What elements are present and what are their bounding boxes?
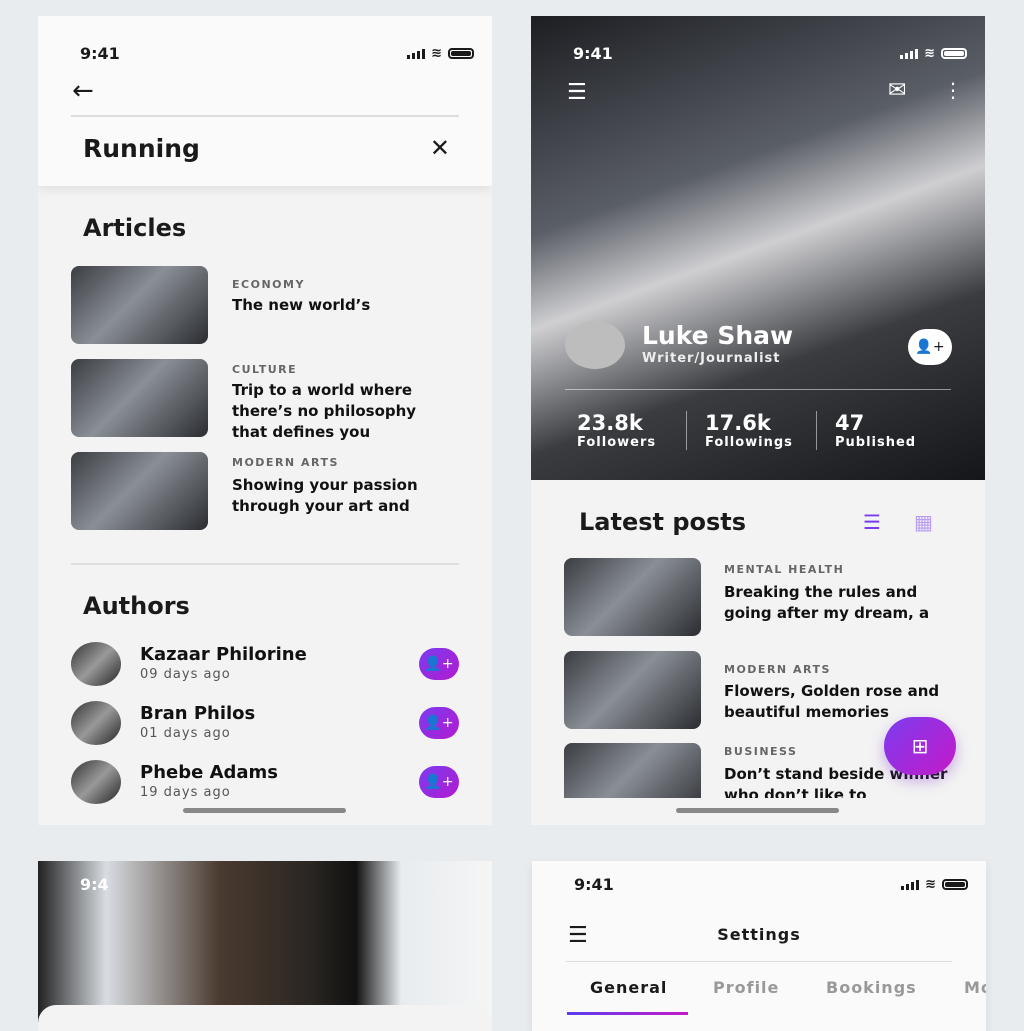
- post-title: Breaking the rules and going after my dr…: [724, 583, 930, 622]
- battery-icon: [942, 879, 968, 890]
- avatar: [71, 701, 121, 745]
- articles-heading: Articles: [83, 214, 187, 242]
- back-arrow-icon[interactable]: ←: [72, 76, 94, 106]
- author-name: Bran Philos: [140, 703, 256, 724]
- author-time: 01 days ago: [140, 726, 231, 741]
- profile-name: Luke Shaw: [642, 321, 794, 350]
- signal-icon: [407, 48, 426, 59]
- author-time: 09 days ago: [140, 667, 231, 682]
- more-icon[interactable]: ⋮: [943, 78, 963, 102]
- post-category: MODERN ARTS: [724, 663, 831, 676]
- stat-value: 23.8k: [577, 411, 643, 435]
- post-category: BUSINESS: [724, 745, 798, 758]
- new-post-button[interactable]: ⊞: [884, 717, 956, 775]
- follow-button[interactable]: 👤+: [419, 766, 459, 798]
- follow-profile-button[interactable]: 👤+: [908, 329, 952, 365]
- post-category: MENTAL HEALTH: [724, 563, 845, 576]
- stat-followers[interactable]: 23.8k Followers: [577, 411, 687, 450]
- article-title: The new world’s: [232, 296, 371, 314]
- article-thumbnail: [71, 359, 208, 437]
- stat-published[interactable]: 47 Published: [817, 411, 916, 450]
- article-category: MODERN ARTS: [232, 456, 339, 469]
- status-bar: 9:41 ≋: [38, 44, 492, 64]
- profile-role: Writer/Journalist: [642, 351, 781, 366]
- tab-general[interactable]: General: [590, 978, 667, 997]
- tab-bookings[interactable]: Bookings: [826, 978, 917, 997]
- content-sheet: [38, 1005, 492, 1031]
- post-thumbnail: [564, 651, 701, 729]
- battery-icon: [941, 48, 967, 59]
- tab-profile[interactable]: Profile: [713, 978, 779, 997]
- avatar: [71, 642, 121, 686]
- author-name: Kazaar Philorine: [140, 644, 307, 665]
- stat-followings[interactable]: 17.6k Followings: [687, 411, 817, 450]
- menu-icon[interactable]: ☰: [567, 80, 587, 105]
- home-indicator: [676, 808, 839, 813]
- article-thumbnail: [71, 452, 208, 530]
- status-time: 9:41: [80, 44, 120, 63]
- signal-icon: [900, 48, 919, 59]
- article-title: Showing your passion through your art an…: [232, 476, 418, 515]
- mail-icon[interactable]: ✉: [888, 78, 906, 103]
- list-view-icon[interactable]: ☰: [863, 510, 881, 534]
- profile-screen: 9:41 ≋ ☰ ✉ ⋮ Luke Shaw Writer/Journalist …: [531, 16, 985, 825]
- status-time: 9:41: [573, 44, 613, 63]
- status-time: 9:41: [574, 875, 614, 894]
- article-category: CULTURE: [232, 363, 298, 376]
- article-category: ECONOMY: [232, 278, 305, 291]
- divider: [71, 563, 459, 565]
- stat-label: Followers: [577, 435, 657, 450]
- follow-button[interactable]: 👤+: [419, 648, 459, 680]
- stat-value: 17.6k: [705, 411, 771, 435]
- article-title: Trip to a world where there’s no philoso…: [232, 381, 417, 441]
- signal-icon: [901, 879, 920, 890]
- settings-screen: 9:41 ≋ ☰ Settings General Profile Booking…: [532, 861, 986, 1031]
- author-time: 19 days ago: [140, 785, 231, 800]
- search-header: 9:41 ≋ ← Running ✕: [38, 16, 492, 186]
- divider: [71, 115, 459, 117]
- home-indicator: [183, 808, 346, 813]
- divider: [565, 389, 951, 390]
- author-name: Phebe Adams: [140, 762, 279, 783]
- photo-screen: 9:4: [38, 861, 492, 1031]
- authors-heading: Authors: [83, 592, 190, 620]
- grid-view-icon[interactable]: ▦: [914, 510, 933, 534]
- status-bar: 9:41 ≋: [532, 875, 986, 895]
- stat-label: Followings: [705, 435, 793, 450]
- profile-avatar: [565, 321, 625, 369]
- search-screen: 9:41 ≋ ← Running ✕ Articles ECONOMY The n…: [38, 16, 492, 825]
- wifi-icon: ≋: [924, 46, 935, 61]
- post-thumbnail: [564, 558, 701, 636]
- latest-posts-heading: Latest posts: [579, 508, 747, 536]
- search-input[interactable]: Running: [83, 134, 200, 163]
- battery-icon: [448, 48, 474, 59]
- status-bar: 9:41 ≋: [531, 44, 985, 64]
- stats-row: 23.8k Followers 17.6k Followings 47 Publish…: [577, 411, 916, 450]
- article-thumbnail: [71, 266, 208, 344]
- status-time: 9:4: [80, 875, 109, 894]
- wifi-icon: ≋: [431, 46, 442, 61]
- tab-more[interactable]: Mo: [964, 978, 986, 997]
- stat-value: 47: [835, 411, 865, 435]
- clear-icon[interactable]: ✕: [430, 134, 450, 162]
- active-tab-indicator: [567, 1012, 688, 1015]
- wifi-icon: ≋: [925, 877, 936, 892]
- avatar: [71, 760, 121, 804]
- follow-button[interactable]: 👤+: [419, 707, 459, 739]
- post-thumbnail: [564, 743, 701, 798]
- divider: [566, 961, 952, 962]
- stat-label: Published: [835, 435, 917, 450]
- page-title: Settings: [717, 925, 801, 944]
